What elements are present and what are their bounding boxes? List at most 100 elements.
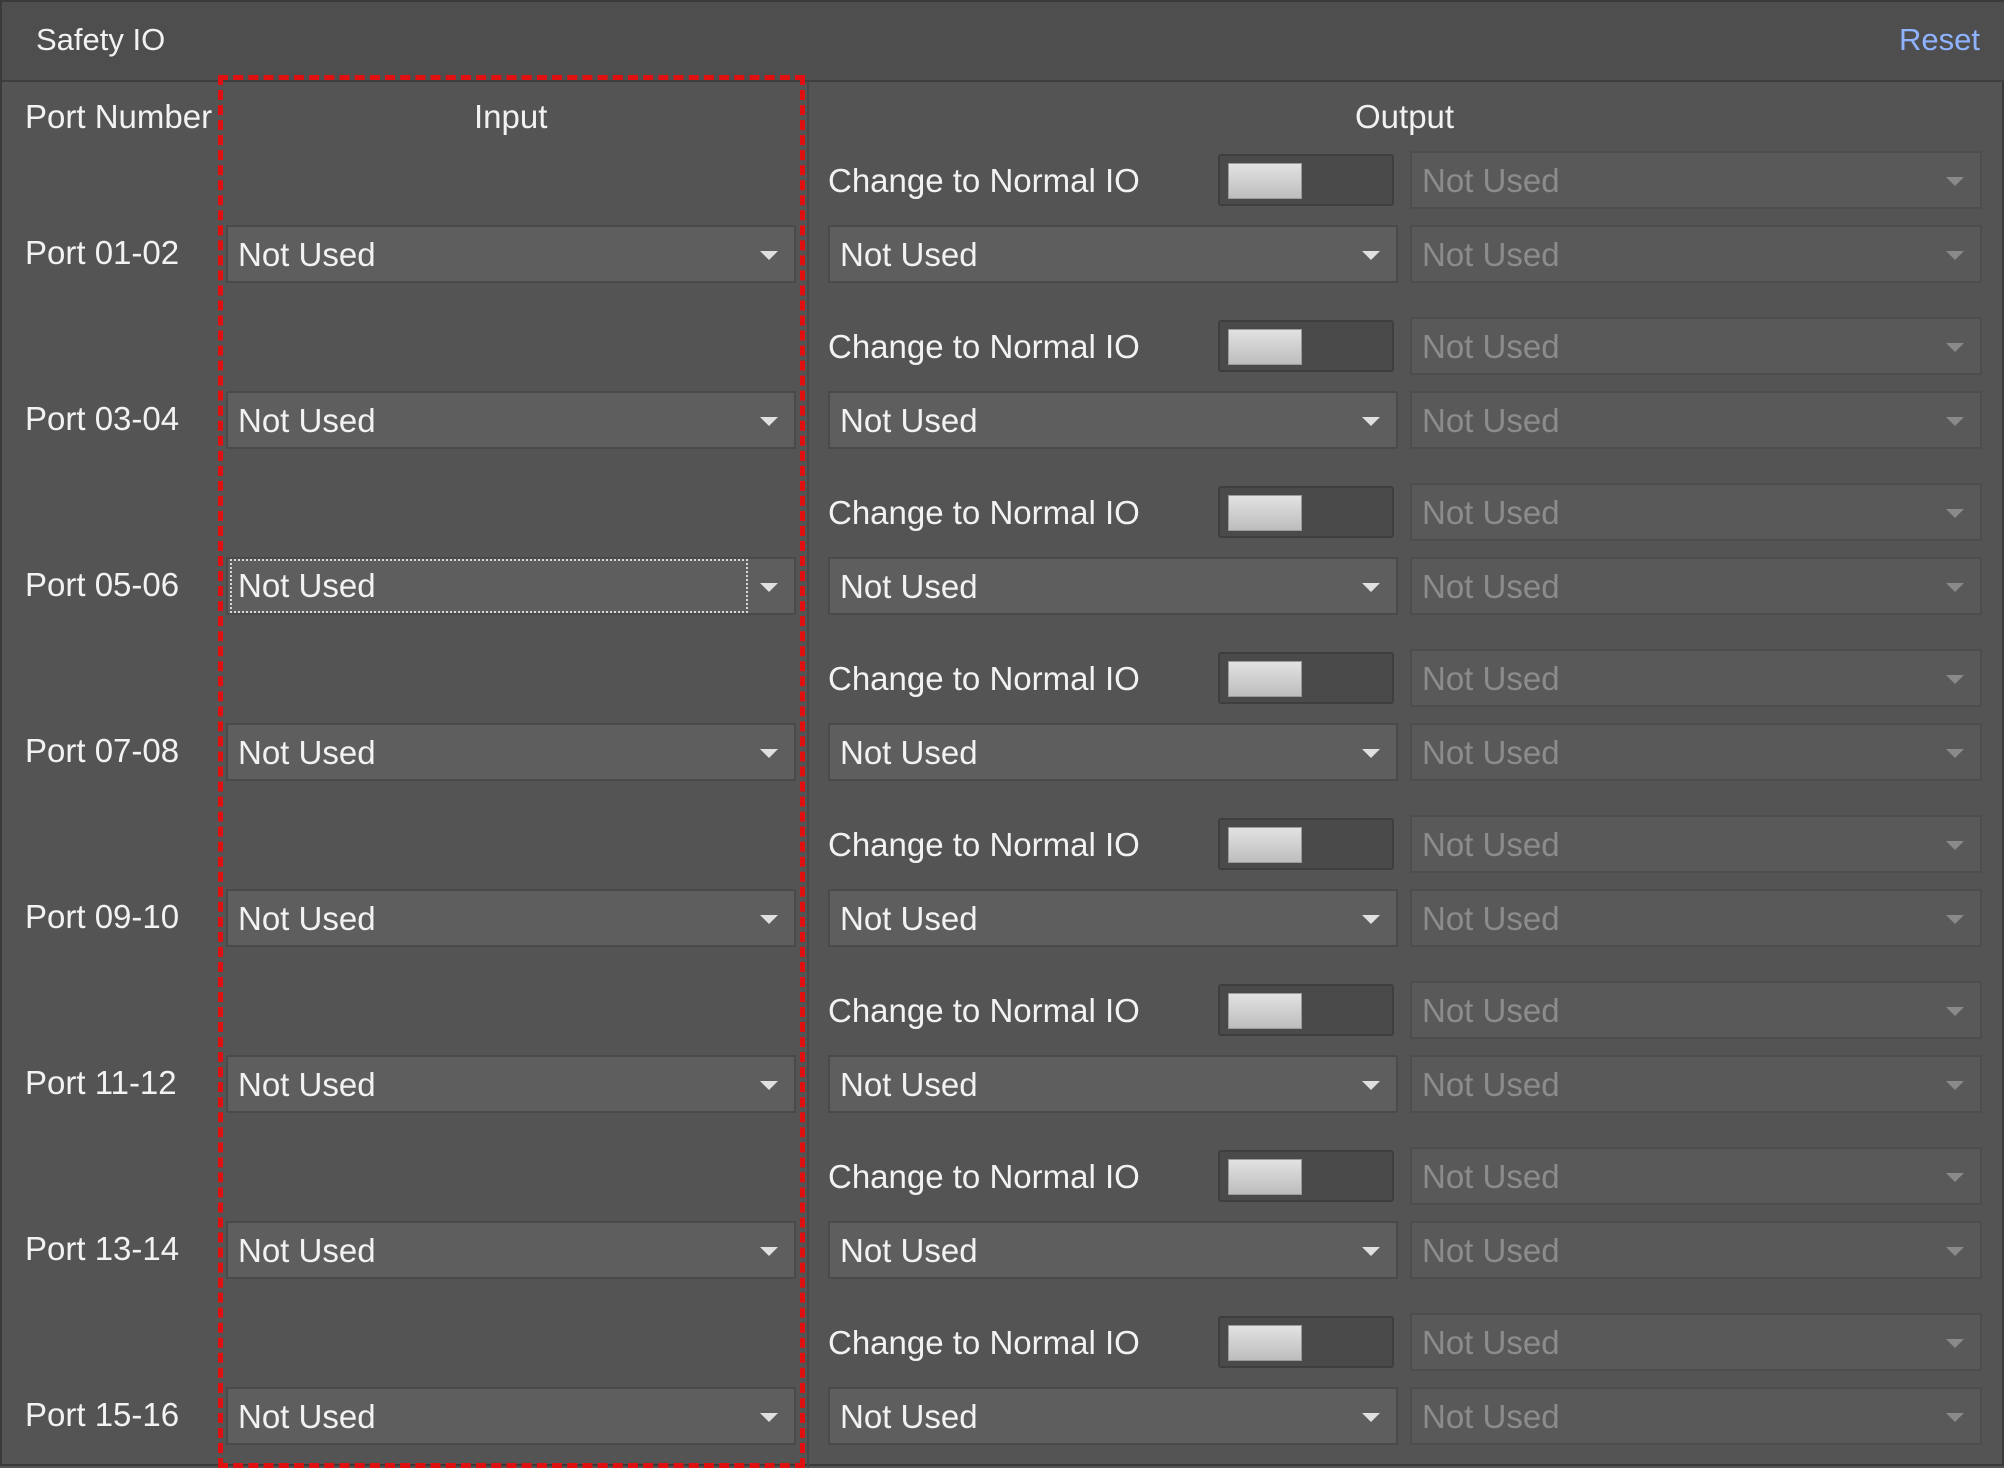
chevron-down-icon[interactable] [760,1247,778,1256]
normal-io-select: Not Used [1410,981,1982,1039]
input-select[interactable]: Not Used [226,889,796,947]
port-label: Port 09-10 [25,898,180,935]
input-select[interactable]: Not Used [226,225,796,283]
change-to-normal-io-toggle[interactable] [1218,1316,1394,1368]
output-secondary-select: Not Used [1410,1387,1982,1445]
chevron-down-icon[interactable] [1362,1081,1380,1090]
input-select[interactable]: Not Used [226,1221,796,1279]
safety-io-panel: Safety IO Reset Port Number Input Output… [0,0,2004,1468]
chevron-down-icon[interactable] [760,251,778,260]
change-to-normal-io-toggle[interactable] [1218,154,1394,206]
output-select[interactable]: Not Used [828,889,1398,947]
port-label: Port 11-12 [25,1064,177,1101]
output-secondary-select-value: Not Used [1422,1232,1560,1269]
normal-io-select: Not Used [1410,483,1982,541]
chevron-down-icon[interactable] [760,915,778,924]
normal-io-select-value: Not Used [1422,826,1560,863]
normal-io-select-value: Not Used [1422,328,1560,365]
output-select[interactable]: Not Used [828,1221,1398,1279]
chevron-down-icon [1946,841,1964,850]
chevron-down-icon [1946,343,1964,352]
output-select[interactable]: Not Used [828,723,1398,781]
normal-io-select: Not Used [1410,317,1982,375]
output-select-value: Not Used [840,1232,978,1269]
output-secondary-select: Not Used [1410,225,1982,283]
reset-link[interactable]: Reset [1899,22,1980,58]
toggle-knob[interactable] [1228,163,1302,199]
chevron-down-icon[interactable] [1362,915,1380,924]
chevron-down-icon [1946,1247,1964,1256]
output-secondary-select: Not Used [1410,723,1982,781]
chevron-down-icon[interactable] [1362,749,1380,758]
chevron-down-icon[interactable] [1362,251,1380,260]
chevron-down-icon[interactable] [1362,417,1380,426]
output-secondary-select: Not Used [1410,1221,1982,1279]
toggle-knob[interactable] [1228,1325,1302,1361]
change-to-normal-io-toggle[interactable] [1218,652,1394,704]
output-secondary-select: Not Used [1410,391,1982,449]
output-header: Output [1355,98,1455,135]
port-label: Port 15-16 [25,1396,180,1433]
chevron-down-icon [1946,1081,1964,1090]
output-select[interactable]: Not Used [828,1387,1398,1445]
toggle-knob[interactable] [1228,661,1302,697]
chevron-down-icon [1946,1413,1964,1422]
chevron-down-icon [1946,583,1964,592]
normal-io-select: Not Used [1410,815,1982,873]
input-select-value: Not Used [230,559,748,613]
input-select[interactable]: Not Used [226,557,796,615]
normal-io-select-value: Not Used [1422,1158,1560,1195]
port-label: Port 01-02 [25,234,180,271]
chevron-down-icon [1946,749,1964,758]
change-to-normal-io-toggle[interactable] [1218,984,1394,1036]
output-select[interactable]: Not Used [828,557,1398,615]
output-select-value: Not Used [840,236,978,273]
change-to-normal-io-toggle[interactable] [1218,320,1394,372]
change-to-normal-io-toggle[interactable] [1218,818,1394,870]
toggle-knob[interactable] [1228,1159,1302,1195]
input-select-value: Not Used [238,402,376,439]
chevron-down-icon[interactable] [760,1413,778,1422]
toggle-knob[interactable] [1228,993,1302,1029]
input-select[interactable]: Not Used [226,1387,796,1445]
input-select-value: Not Used [238,1232,376,1269]
chevron-down-icon [1946,1339,1964,1348]
output-select[interactable]: Not Used [828,225,1398,283]
input-select[interactable]: Not Used [226,723,796,781]
chevron-down-icon[interactable] [760,749,778,758]
toggle-knob[interactable] [1228,827,1302,863]
input-select[interactable]: Not Used [226,1055,796,1113]
chevron-down-icon [1946,915,1964,924]
input-select-value: Not Used [238,1066,376,1103]
chevron-down-icon[interactable] [1362,583,1380,592]
input-select-value: Not Used [238,1398,376,1435]
input-select[interactable]: Not Used [226,391,796,449]
output-select[interactable]: Not Used [828,1055,1398,1113]
chevron-down-icon [1946,1173,1964,1182]
normal-io-select: Not Used [1410,151,1982,209]
chevron-down-icon[interactable] [1362,1413,1380,1422]
normal-io-select: Not Used [1410,1147,1982,1205]
output-secondary-select: Not Used [1410,889,1982,947]
normal-io-select-value: Not Used [1422,660,1560,697]
output-select-value: Not Used [840,1066,978,1103]
chevron-down-icon[interactable] [760,417,778,426]
input-select-value: Not Used [238,900,376,937]
normal-io-select-value: Not Used [1422,1324,1560,1361]
output-secondary-select-value: Not Used [1422,900,1560,937]
column-divider [807,82,809,1468]
normal-io-select: Not Used [1410,1313,1982,1371]
change-to-normal-io-toggle[interactable] [1218,1150,1394,1202]
output-select[interactable]: Not Used [828,391,1398,449]
change-to-normal-io-label: Change to Normal IO [828,1324,1140,1361]
output-select-value: Not Used [840,568,978,605]
chevron-down-icon [1946,675,1964,684]
change-to-normal-io-label: Change to Normal IO [828,826,1140,863]
chevron-down-icon[interactable] [760,1081,778,1090]
toggle-knob[interactable] [1228,329,1302,365]
chevron-down-icon[interactable] [1362,1247,1380,1256]
change-to-normal-io-toggle[interactable] [1218,486,1394,538]
toggle-knob[interactable] [1228,495,1302,531]
panel-titlebar: Safety IO Reset [2,2,2004,82]
chevron-down-icon[interactable] [760,583,778,592]
